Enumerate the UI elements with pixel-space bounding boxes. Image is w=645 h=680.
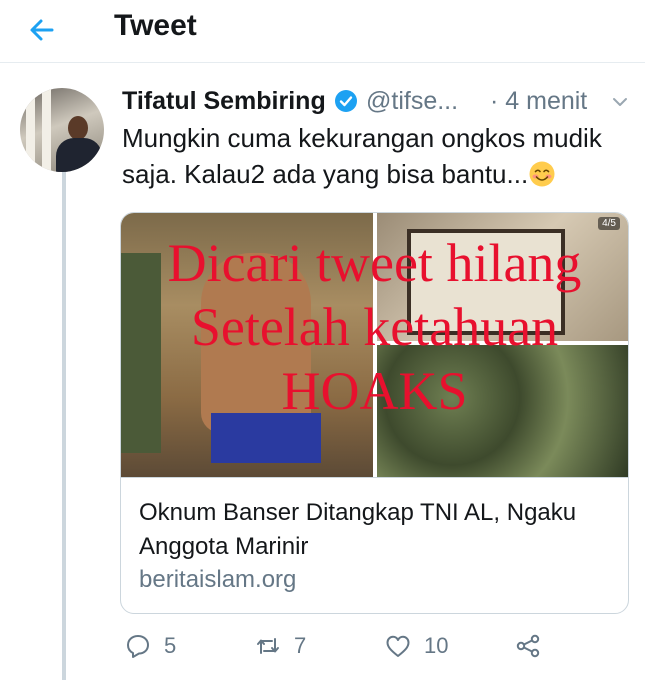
page-title: Tweet [114,9,197,42]
retweet-count: 7 [294,633,307,658]
back-button[interactable] [22,10,62,50]
link-card[interactable]: 4/5 Dicari tweet hilang Setelah ketahuan… [120,212,629,614]
overlay-caption: Dicari tweet hilang Setelah ketahuan HOA… [167,233,582,421]
reply-icon [127,635,149,658]
tweet-text: Mungkin cuma kekurangan ongkos mudik saj… [122,120,622,192]
reply-count: 5 [164,633,177,658]
author-name[interactable]: Tifatul Sembiring [122,87,326,116]
heart-icon [386,635,410,657]
thread-line [62,156,66,680]
arrow-left-icon [30,19,54,41]
avatar[interactable] [20,88,104,172]
tweet-actions: 5 7 10 [120,626,627,666]
verified-badge-icon [335,90,357,112]
card-title: Oknum Banser Ditangkap TNI AL, Ngaku Ang… [139,499,577,560]
share-icon [516,634,540,658]
media-counter: 4/5 [598,217,620,230]
card-body: Oknum Banser Ditangkap TNI AL, Ngaku Ang… [121,477,628,613]
card-domain: beritaislam.org [139,566,297,593]
top-bar: Tweet [0,0,645,63]
like-count: 10 [424,633,449,658]
tweet-timestamp[interactable]: · 4 menit [490,87,587,116]
card-image: 4/5 Dicari tweet hilang Setelah ketahuan… [121,213,628,477]
tweet-header: Tifatul Sembiring @tifse... · 4 menit [122,84,632,118]
author-handle[interactable]: @tifse... [366,87,458,116]
chevron-down-icon[interactable] [610,92,630,112]
retweet-icon [257,638,279,654]
smiling-face-icon [529,161,555,187]
